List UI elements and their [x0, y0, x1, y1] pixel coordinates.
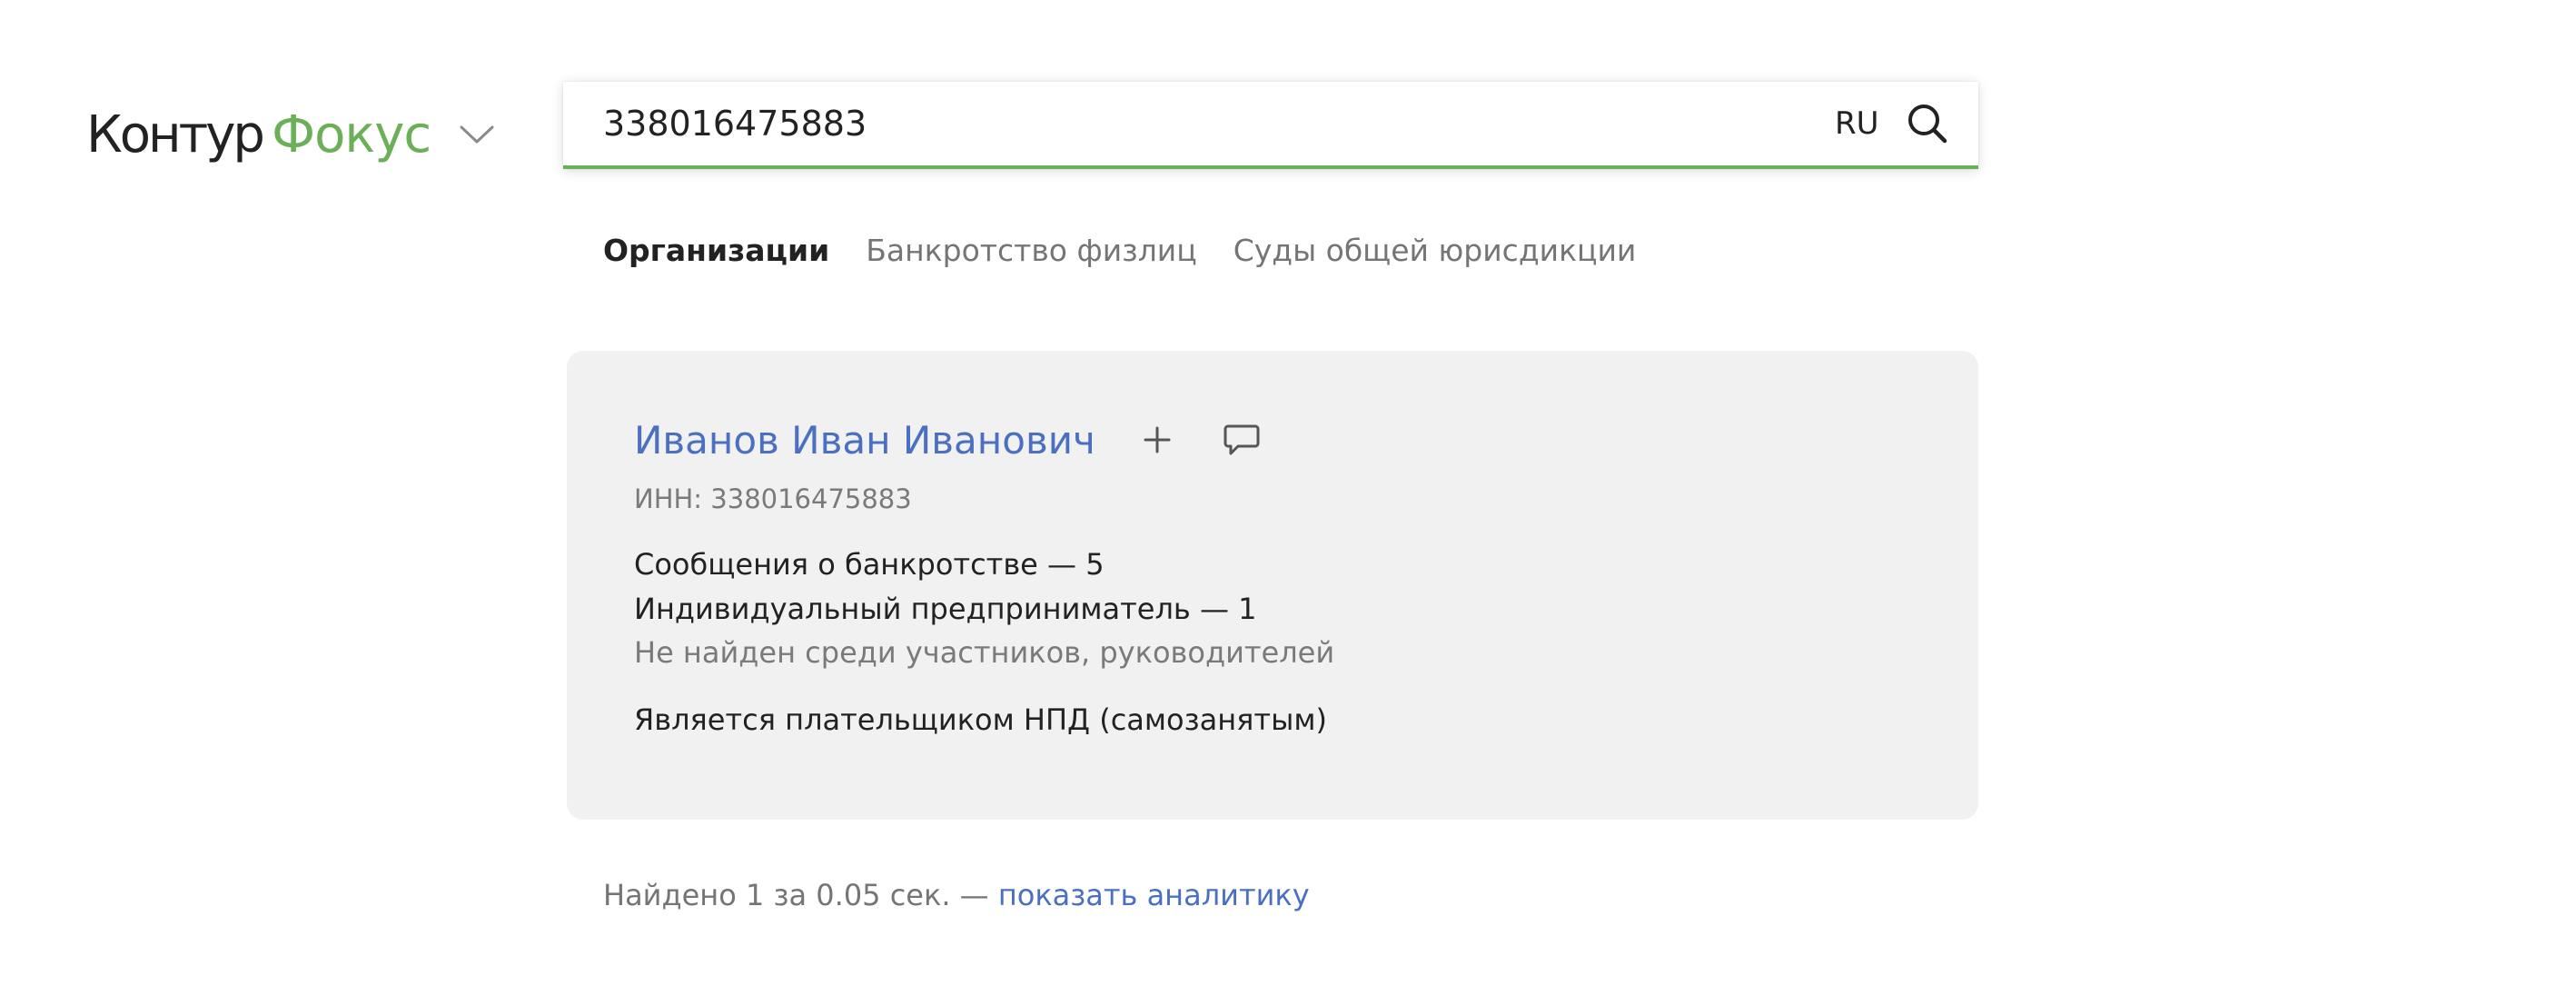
bankruptcy-messages-count: Сообщения о банкротстве — 5	[634, 547, 1105, 582]
result-card-header: Иванов Иван Иванович	[634, 413, 1261, 467]
language-switch[interactable]: RU	[1835, 82, 1879, 165]
logo-text-fokus: Фокус	[271, 105, 431, 164]
comment-icon[interactable]	[1223, 421, 1261, 459]
tab-general-courts[interactable]: Суды общей юрисдикции	[1234, 233, 1637, 268]
search-summary-text: Найдено 1 за 0.05 сек. —	[603, 878, 998, 912]
sole-proprietor-count: Индивидуальный предприниматель — 1	[634, 592, 1257, 626]
logo-text-kontur: Контур	[86, 105, 265, 164]
not-found-among-participants: Не найден среди участников, руководителе…	[634, 635, 1335, 670]
tab-organizations[interactable]: Организации	[603, 233, 829, 268]
chevron-down-icon[interactable]	[458, 115, 496, 154]
search-summary: Найдено 1 за 0.05 сек. — показать аналит…	[603, 878, 1310, 912]
show-analytics-link[interactable]: показать аналитику	[998, 878, 1310, 912]
search-icon[interactable]	[1906, 102, 1949, 145]
result-card: Иванов Иван Иванович ИНН: 338016475883 С…	[567, 351, 1978, 820]
tab-bankruptcy-individuals[interactable]: Банкротство физлиц	[866, 233, 1196, 268]
logo[interactable]: Контур Фокус	[86, 98, 496, 171]
inn-number: ИНН: 338016475883	[634, 483, 912, 514]
search-tabs: Организации Банкротство физлиц Суды обще…	[603, 227, 1672, 273]
person-name-link[interactable]: Иванов Иван Иванович	[634, 418, 1095, 463]
plus-icon[interactable]	[1139, 422, 1175, 458]
search-input[interactable]	[603, 82, 1784, 165]
self-employed-status: Является плательщиком НПД (самозанятым)	[634, 702, 1327, 737]
search-bar: RU	[563, 82, 1978, 169]
